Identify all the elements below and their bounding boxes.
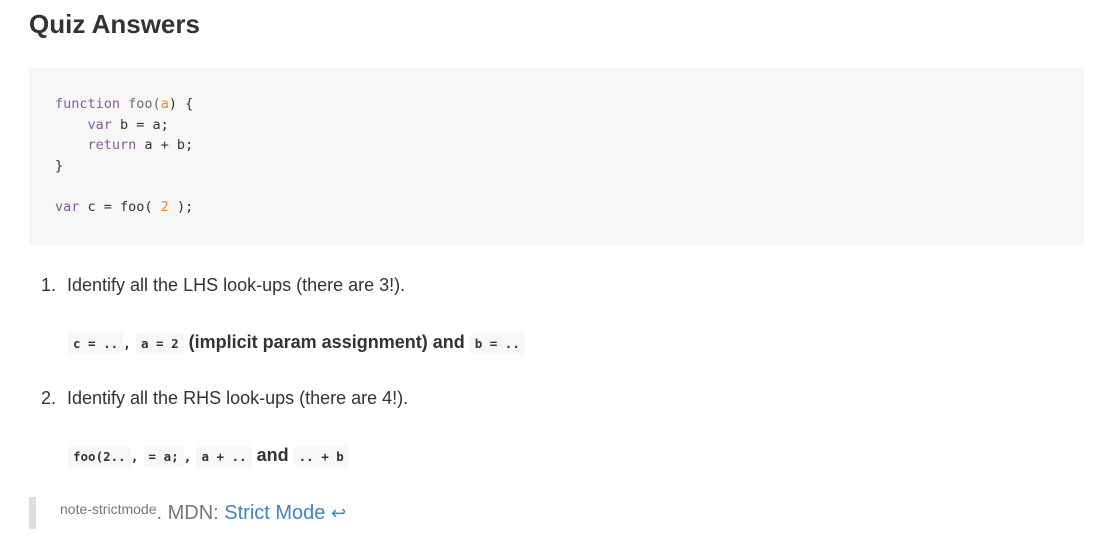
code-text: ) { bbox=[168, 96, 194, 112]
footnote: note-strictmode. MDN: Strict Mode ↩ bbox=[29, 497, 346, 529]
code-keyword: var bbox=[87, 116, 112, 133]
code-line-4: } bbox=[55, 156, 1058, 177]
inline-code: a + .. bbox=[196, 446, 252, 467]
answer: foo(2.., = a;, a + .. and .. + b bbox=[68, 441, 349, 472]
code-function-name: foo( bbox=[128, 96, 161, 112]
item-number: 2. bbox=[41, 388, 57, 408]
code-line-3: return a + b; bbox=[55, 135, 1058, 156]
code-line-1: function foo(a) { bbox=[55, 94, 1058, 115]
question-text: Identify all the RHS look-ups (there are… bbox=[67, 388, 409, 408]
inline-code: foo(2.. bbox=[68, 446, 131, 467]
list-item: 2. Identify all the RHS look-ups (there a… bbox=[29, 385, 1029, 498]
question: 1. Identify all the LHS look-ups (there a… bbox=[41, 272, 405, 298]
code-text: ); bbox=[168, 198, 194, 215]
question: 2. Identify all the RHS look-ups (there a… bbox=[41, 385, 408, 411]
inline-code: .. + b bbox=[293, 446, 349, 467]
code-keyword: return bbox=[87, 137, 137, 154]
answers-list: 1. Identify all the LHS look-ups (there a… bbox=[29, 272, 1029, 498]
code-text: b = a; bbox=[111, 116, 169, 133]
inline-code: = a; bbox=[143, 446, 184, 467]
answer-text: and bbox=[251, 445, 294, 465]
code-number: 2 bbox=[160, 198, 169, 215]
strict-mode-link[interactable]: Strict Mode bbox=[224, 502, 325, 524]
code-keyword: var bbox=[55, 198, 80, 215]
code-line-6: var c = foo( 2 ); bbox=[55, 197, 1058, 218]
page-title: Quiz Answers bbox=[29, 9, 200, 39]
answer: c = .., a = 2 (implicit param assignment… bbox=[68, 328, 525, 359]
question-text: Identify all the LHS look-ups (there are… bbox=[67, 275, 406, 295]
code-text: a + b; bbox=[136, 137, 194, 154]
separator: , bbox=[130, 450, 139, 465]
list-item: 1. Identify all the LHS look-ups (there a… bbox=[29, 272, 1029, 385]
inline-code: b = .. bbox=[469, 333, 525, 354]
inline-code: c = .. bbox=[68, 333, 124, 354]
code-block: function foo(a) { var b = a; return a + … bbox=[29, 68, 1084, 245]
answer-text: (implicit param assignment) and bbox=[183, 332, 470, 352]
separator: , bbox=[183, 450, 192, 465]
code-text: c = foo( bbox=[79, 198, 161, 215]
code-param: a bbox=[160, 96, 169, 112]
return-arrow-icon[interactable]: ↩ bbox=[331, 503, 346, 523]
footnote-content: note-strictmode. MDN: Strict Mode ↩ bbox=[60, 497, 346, 529]
item-number: 1. bbox=[41, 275, 57, 295]
code-keyword: function bbox=[55, 96, 121, 112]
code-line-2: var b = a; bbox=[55, 115, 1058, 136]
separator: , bbox=[123, 337, 131, 352]
footnote-prefix: . MDN: bbox=[156, 502, 225, 524]
code-text: } bbox=[55, 157, 64, 174]
inline-code: a = 2 bbox=[136, 333, 184, 354]
footnote-label: note-strictmode bbox=[60, 501, 157, 517]
